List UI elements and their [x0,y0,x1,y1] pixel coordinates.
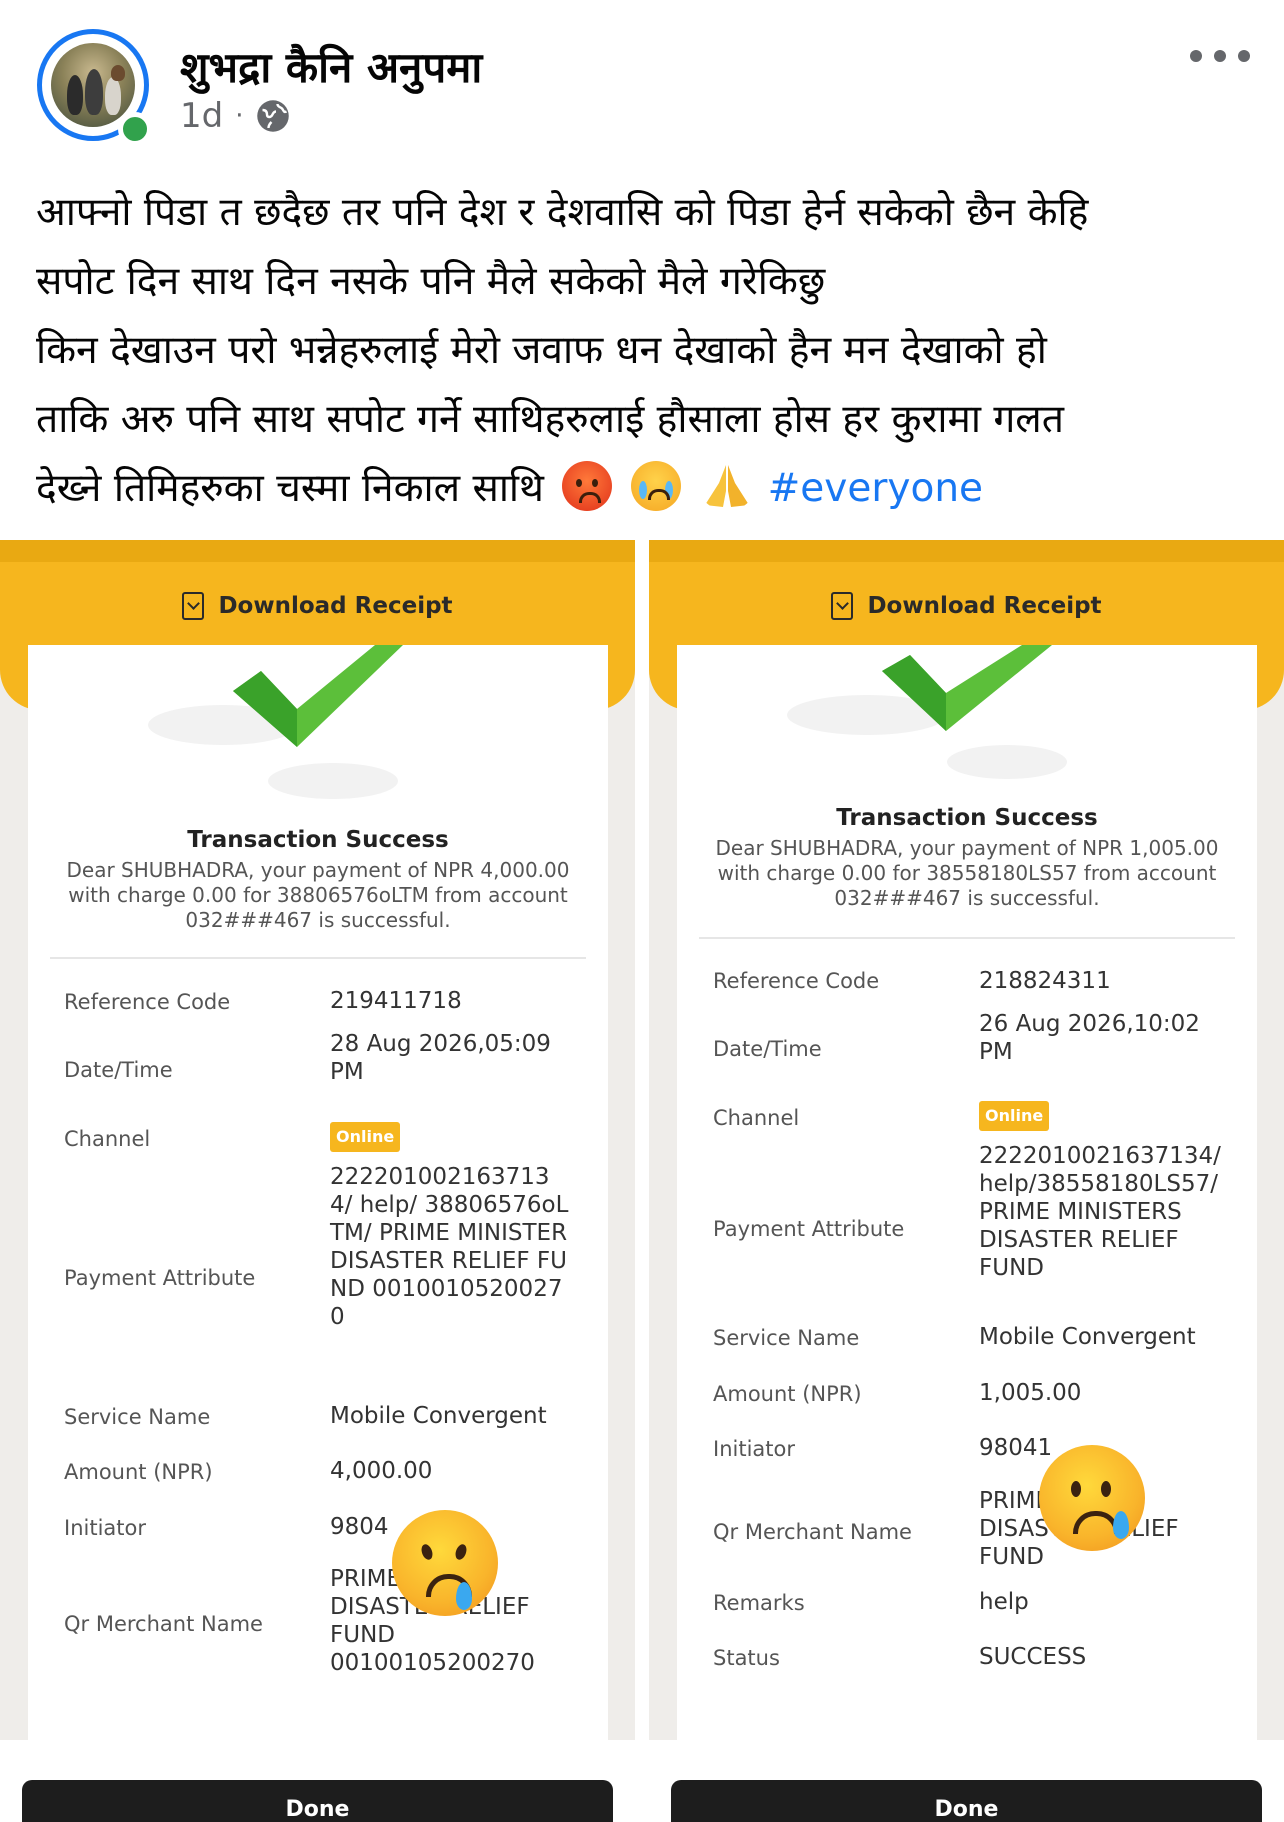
row-value: help [979,1589,1029,1615]
post-body: आफ्नो पिडा त छदैछ तर पनि देश र देशवासि क… [36,178,1256,523]
post-line: किन देखाउन परो भन्नेहरुलाई मेरो जवाफ धन … [36,328,1047,373]
row-label: Payment Attribute [713,1217,905,1241]
row-label: Qr Merchant Name [64,1612,263,1636]
download-receipt-label: Download Receipt [218,593,453,619]
post-line-last: देख्ने तिमिहरुका चस्मा निकाल साथि #every… [36,454,1256,523]
post-line: आफ्नो पिडा त छदैछ तर पनि देश र देशवासि क… [36,190,1089,235]
sad-crying-sticker-icon [392,1510,498,1616]
row-value: 218824311 [979,968,1111,994]
post-line: ताकि अरु पनि साथ सपोट गर्ने साथिहरुलाई ह… [36,397,1064,442]
transaction-message: Dear SHUBHADRA, your payment of NPR 4,00… [66,858,570,932]
row-label: Date/Time [64,1058,173,1082]
row-label: Payment Attribute [64,1266,256,1290]
download-icon [182,592,205,620]
receipt-screenshot-right[interactable]: Download Receipt Transaction Success Dea… [649,540,1284,1822]
meta-separator: · [235,101,244,131]
row-value: 28 Aug 2026,05:09 PM [330,1031,551,1085]
receipt-card: Transaction Success Dear SHUBHADRA, your… [677,645,1257,1822]
row-label: Service Name [713,1326,860,1350]
row-value-channel: Online [330,1121,600,1152]
row-label: Reference Code [64,990,231,1014]
row-value: 219411718 [330,988,462,1014]
image-gap [635,540,649,1822]
receipt-top-strip [649,540,1284,562]
row-value: 2222010021637134/ help/38558180LS57/ PRI… [979,1143,1221,1281]
channel-badge: Online [330,1122,401,1152]
post-time[interactable]: 1d [180,96,223,136]
row-value: 1,005.00 [979,1380,1082,1406]
channel-badge: Online [979,1101,1050,1131]
row-label: Channel [713,1106,800,1130]
folded-hands-icon [705,465,750,507]
divider [699,937,1235,939]
download-receipt-label: Download Receipt [867,593,1102,619]
row-value: Mobile Convergent [330,1403,547,1429]
profile-photo [51,43,135,127]
done-button[interactable]: Done [671,1780,1262,1822]
angry-face-icon [562,461,613,511]
post-line: देख्ने तिमिहरुका चस्मा निकाल साथि [36,466,544,511]
transaction-message: Dear SHUBHADRA, your payment of NPR 1,00… [715,836,1219,910]
row-value: 2222010021637134/ help/ 38806576oLTM/ PR… [330,1164,569,1330]
post-header: शुभद्रा कैनि अनुपमा 1d · [0,0,1284,150]
receipt-card: Transaction Success Dear SHUBHADRA, your… [28,645,608,1822]
sad-tear-sticker-icon [1039,1445,1145,1551]
hashtag-link[interactable]: #everyone [768,466,983,511]
divider [50,957,586,959]
row-label: Status [713,1646,780,1670]
done-button[interactable]: Done [22,1780,613,1822]
transaction-title: Transaction Success [187,827,449,853]
success-check-icon [882,645,1052,731]
download-receipt-button[interactable]: Download Receipt [0,592,635,620]
author-name[interactable]: शुभद्रा कैनि अनुपमा [180,38,482,95]
row-label: Initiator [713,1437,795,1461]
more-options-icon[interactable] [1190,44,1250,68]
transaction-title: Transaction Success [836,805,1098,831]
receipt-screenshot-left[interactable]: Download Receipt Transaction Success Dea… [0,540,635,1822]
post-line: सपोट दिन साथ दिन नसके पनि मैले सकेको मैल… [36,259,826,304]
download-icon [831,592,854,620]
receipt-top-strip [0,540,635,562]
row-value: SUCCESS [979,1644,1087,1670]
download-receipt-button[interactable]: Download Receipt [649,592,1284,620]
row-label: Service Name [64,1405,211,1429]
row-value-channel: Online [979,1100,1249,1131]
online-status-dot [118,112,152,146]
row-value: 26 Aug 2026,10:02 PM [979,1011,1200,1065]
post-meta: 1d · [180,96,291,136]
row-label: Remarks [713,1591,805,1615]
row-label: Initiator [64,1516,146,1540]
row-label: Reference Code [713,969,880,993]
globe-icon[interactable] [255,98,291,134]
row-label: Qr Merchant Name [713,1520,912,1544]
row-label: Channel [64,1127,151,1151]
cloud-decoration [268,763,398,799]
row-value: 4,000.00 [330,1458,433,1484]
row-value: Mobile Convergent [979,1324,1196,1350]
row-label: Amount (NPR) [64,1460,213,1484]
loudly-crying-face-icon [630,461,681,511]
row-label: Amount (NPR) [713,1382,862,1406]
row-label: Date/Time [713,1037,822,1061]
success-check-icon [233,645,403,747]
